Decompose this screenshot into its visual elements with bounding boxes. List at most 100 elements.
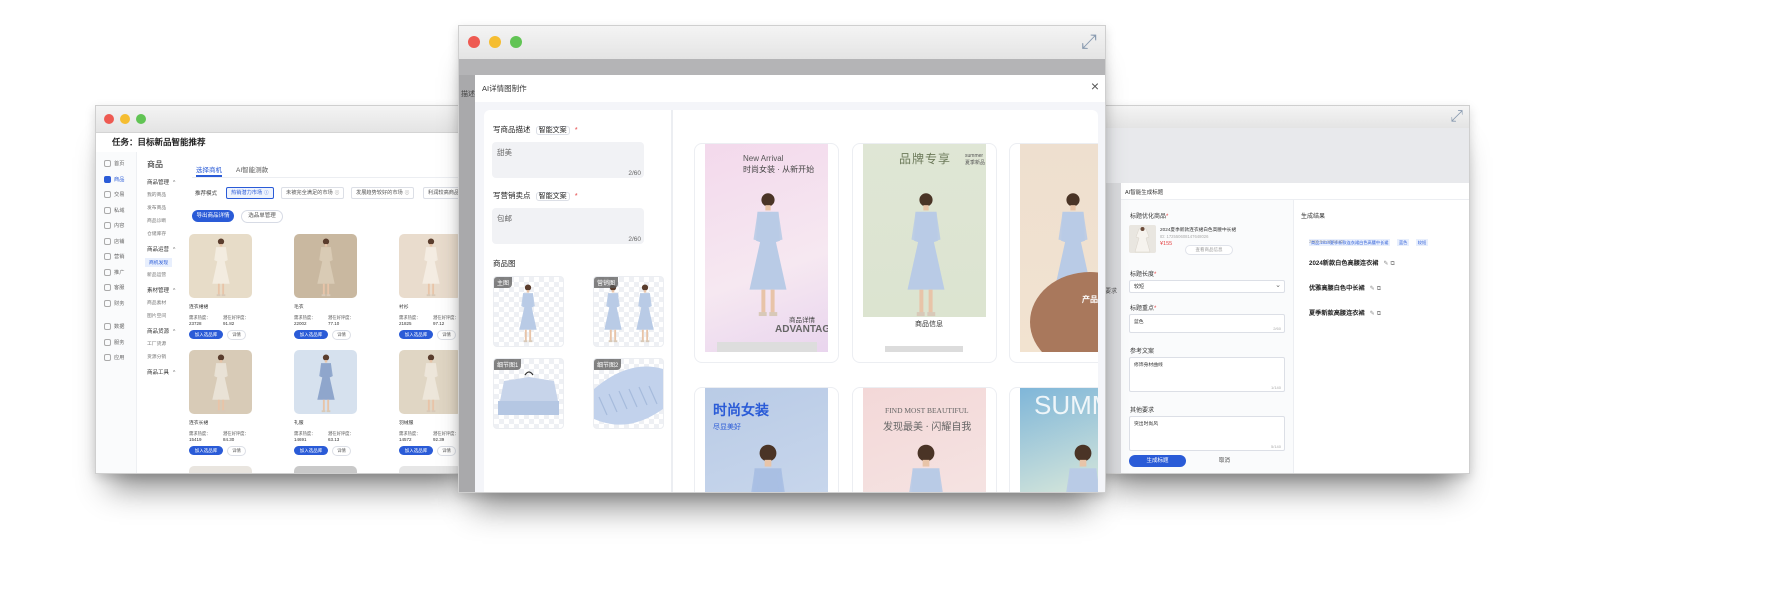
nav-item[interactable]: 新品运营: [147, 271, 166, 278]
selling-ai-chip[interactable]: 智能文案: [535, 192, 570, 201]
filter-chip-2[interactable]: 发展趋势较好的市场 ⓘ: [351, 187, 415, 199]
close-icon[interactable]: ×: [1091, 78, 1099, 94]
sidebar-item-9[interactable]: 财务: [104, 299, 124, 307]
other-input[interactable]: 突出时尚风 5/140: [1129, 416, 1285, 451]
ref-input[interactable]: 修饰身材曲线 1/140: [1129, 357, 1285, 392]
nav-group-title[interactable]: 素材管理 ^: [147, 286, 175, 294]
result-item[interactable]: 优雅高腰白色中长裙 ✎ ⧉: [1309, 283, 1381, 293]
detail-button[interactable]: 详情: [332, 446, 351, 456]
sidebar-item-7[interactable]: 推广: [104, 268, 124, 276]
export-button[interactable]: 导出商品详情: [192, 210, 234, 222]
preview-card-4[interactable]: FIND MOST BEAUTIFUL 发现最美 · 闪耀自我: [852, 387, 997, 492]
copy-icon[interactable]: ⧉: [1377, 311, 1381, 317]
nav-group-title[interactable]: 商品货源 ^: [147, 327, 175, 335]
length-select[interactable]: 较短 ⌄: [1129, 280, 1285, 293]
result-item[interactable]: 夏季新款高腰连衣裙 ✎ ⧉: [1309, 308, 1381, 318]
image-slot-0[interactable]: 主图: [493, 276, 564, 347]
tab-ai-test[interactable]: AI智能测款: [236, 164, 268, 174]
generate-title-button[interactable]: 生成标题: [1129, 455, 1186, 467]
nav-item[interactable]: 发布商品: [147, 204, 166, 211]
filter-chip-1[interactable]: 未被完全满足的市场 ⓘ: [281, 187, 345, 199]
minimize-dot[interactable]: [489, 36, 501, 48]
edit-icon[interactable]: ✎: [1370, 286, 1375, 292]
product-image[interactable]: [294, 234, 357, 298]
image-slot-1[interactable]: 营销图: [593, 276, 664, 347]
product-image[interactable]: [399, 350, 462, 414]
sidebar-item-5[interactable]: 店铺: [104, 237, 124, 245]
product-image[interactable]: [399, 234, 462, 298]
desc-input[interactable]: 甜美 2/60: [492, 142, 644, 178]
preview-card-2[interactable]: 夏产品信: [1009, 143, 1098, 363]
sidebar-item-4[interactable]: 内容: [104, 222, 124, 230]
copy-icon[interactable]: ⧉: [1390, 261, 1394, 267]
sidebar-item-8[interactable]: 客服: [104, 284, 124, 292]
add-to-library-button[interactable]: 加入选品库: [189, 330, 223, 339]
sidebar-item-12[interactable]: 应用: [104, 354, 124, 362]
nav-group-title[interactable]: 商品工具 ^: [147, 368, 175, 376]
selection-manage-button[interactable]: 选品单管理: [241, 210, 283, 223]
nav-item[interactable]: 图片空间: [147, 312, 166, 319]
expand-icon[interactable]: ⤢: [1450, 109, 1463, 125]
detail-button[interactable]: 详情: [227, 446, 246, 456]
sidebar-item-6[interactable]: 营销: [104, 253, 124, 261]
nav-item[interactable]: 工厂货源: [147, 340, 166, 347]
view-product-button[interactable]: 查看商品信息: [1185, 245, 1233, 255]
sidebar-item-10[interactable]: 数据: [104, 323, 124, 331]
image-slot-3[interactable]: 细节图2: [593, 358, 664, 429]
poster-text: 时尚女装 · 从新开始: [743, 165, 815, 174]
detail-button[interactable]: 详情: [437, 330, 456, 340]
nav-item[interactable]: 我的商品: [147, 191, 166, 198]
add-to-library-button[interactable]: 加入选品库: [189, 446, 223, 455]
selling-input[interactable]: 包邮 2/60: [492, 208, 644, 244]
minimize-dot[interactable]: [120, 114, 130, 124]
preview-card-0[interactable]: New Arrival 时尚女装 · 从新开始商品详情ADVANTAGE: [694, 143, 839, 363]
close-dot[interactable]: [468, 36, 480, 48]
edit-icon[interactable]: ✎: [1383, 261, 1388, 267]
product-image[interactable]: [399, 466, 462, 473]
desc-ai-chip[interactable]: 智能文案: [535, 126, 570, 135]
edit-icon[interactable]: ✎: [1370, 311, 1375, 317]
product-image[interactable]: [189, 234, 252, 298]
preview-card-5[interactable]: SUMM: [1009, 387, 1098, 492]
image-slot-2[interactable]: 细节图1: [493, 358, 564, 429]
add-to-library-button[interactable]: 加入选品库: [399, 330, 433, 339]
nav-item[interactable]: 仓储库存: [147, 230, 166, 237]
focus-input[interactable]: 蓝色 2/60: [1129, 314, 1285, 333]
ref-input-count: 1/140: [1270, 385, 1281, 390]
nav-item[interactable]: 货源分销: [147, 353, 166, 360]
poster-text: 品牌专享: [899, 152, 952, 166]
preview-card-1[interactable]: 品牌专享summer夏季新品商品信息甜美: [852, 143, 997, 363]
cancel-button[interactable]: 取消: [1219, 456, 1230, 464]
product-image[interactable]: [189, 466, 252, 473]
close-dot[interactable]: [104, 114, 114, 124]
zoom-dot[interactable]: [136, 114, 146, 124]
nav-item[interactable]: 商机发现: [145, 258, 173, 267]
filter-chip-0[interactable]: 热销潜力市场 ⓘ: [226, 187, 274, 199]
product-image[interactable]: [189, 350, 252, 414]
add-to-library-button[interactable]: 加入选品库: [294, 446, 328, 455]
sidebar-item-3[interactable]: 私域: [104, 206, 124, 214]
sidebar-item-11[interactable]: 服务: [104, 338, 124, 346]
nav-group-title[interactable]: 商品管理 ^: [147, 178, 175, 186]
detail-button[interactable]: 详情: [227, 330, 246, 340]
product-image[interactable]: [294, 350, 357, 414]
detail-button[interactable]: 详情: [332, 330, 351, 340]
add-to-library-button[interactable]: 加入选品库: [294, 330, 328, 339]
preview-card-3[interactable]: 时尚女装 尽显美好: [694, 387, 839, 492]
info-icon: ⓘ: [404, 190, 410, 195]
nav-item[interactable]: 商品素材: [147, 299, 166, 306]
expand-icon[interactable]: ⤢: [1081, 32, 1097, 52]
result-item[interactable]: 2024新款白色高腰连衣裙 ✎ ⧉: [1309, 258, 1395, 268]
tab-select-opportunity[interactable]: 选择商机: [196, 164, 222, 174]
sidebar-item-2[interactable]: 交易: [104, 191, 124, 199]
detail-button[interactable]: 详情: [437, 446, 456, 456]
detail-dialog: AI详情图制作 × 写商品描述 智能文案 * 甜美 2/60 写营销卖点 智能文…: [475, 75, 1105, 492]
nav-group-title[interactable]: 商品运营 ^: [147, 245, 175, 253]
copy-icon[interactable]: ⧉: [1377, 286, 1381, 292]
sidebar-item-1[interactable]: 商品: [104, 175, 124, 183]
nav-item[interactable]: 商品诊断: [147, 217, 166, 224]
zoom-dot[interactable]: [510, 36, 522, 48]
sidebar-item-0[interactable]: 首页: [104, 160, 124, 168]
product-image[interactable]: [294, 466, 357, 473]
add-to-library-button[interactable]: 加入选品库: [399, 446, 433, 455]
